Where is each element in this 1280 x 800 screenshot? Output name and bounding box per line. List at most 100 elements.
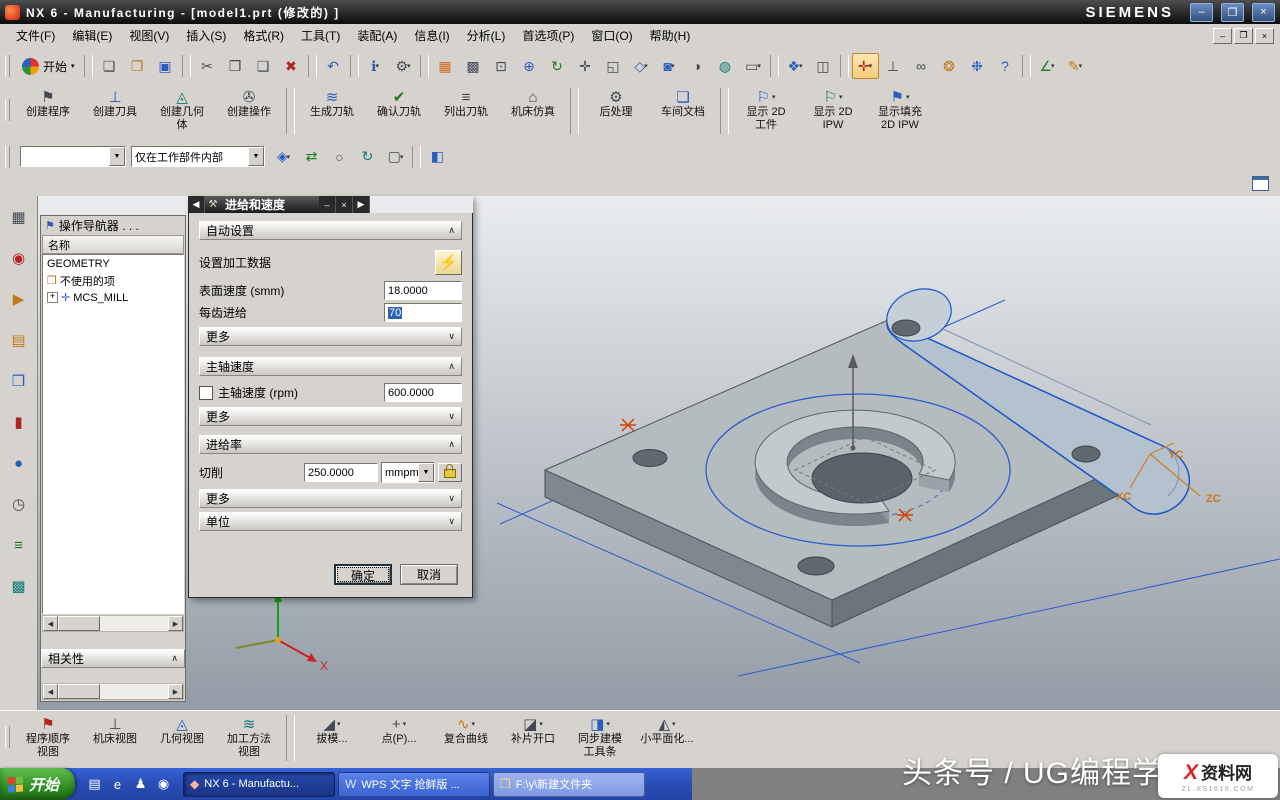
scroll-track[interactable] [100,616,168,631]
library-icon[interactable]: ❒ [6,368,32,394]
tree-row[interactable]: ❒ 不使用的项 [43,272,183,289]
machine-simulation-button[interactable]: ⌂ 机床仿真 [500,85,566,121]
dependencies-hscrollbar[interactable]: ◀ ▶ [42,683,184,700]
sketch-icon[interactable]: ✎ ▾ [1062,53,1089,79]
measure-icon[interactable]: ∠ ▾ [1034,53,1061,79]
selection-scope-combo[interactable]: 仅在工作部件内部 ▼ [131,146,265,167]
background-color-icon[interactable]: ▭ ▾ [740,53,767,79]
mdi-close-button[interactable]: × [1255,28,1274,44]
work-part-icon[interactable]: ◧ [424,144,451,170]
scroll-left-icon[interactable]: ◀ [43,684,58,699]
scroll-left-icon[interactable]: ◀ [43,616,58,631]
set-machining-data-button[interactable]: ⚡ [435,250,462,275]
spindle-speed-section[interactable]: 主轴速度 ∧ [199,357,462,376]
window-navigator-icon[interactable]: ▦ [6,204,32,230]
auto-settings-section[interactable]: 自动设置 ∧ [199,221,462,240]
show-desktop-icon[interactable]: ▤ [85,775,104,794]
units-bar[interactable]: 单位 ∨ [199,512,462,531]
task-wps[interactable]: W WPS 文字 抢鲜版 ... [338,772,490,797]
qq-icon[interactable]: ♟ [131,775,150,794]
zoom-in-icon[interactable]: ⊕ [516,53,543,79]
delete-icon[interactable]: ✖ [278,53,305,79]
refresh-selection-icon[interactable]: ↻ [354,144,381,170]
shaded-view-icon[interactable]: ◙ ▾ [656,53,683,79]
swap-selection-icon[interactable]: ⇄ [298,144,325,170]
separator[interactable] [420,55,429,77]
menu-item[interactable]: 格式(R) [235,25,292,46]
feed-rates-section[interactable]: 进给率 ∧ [199,435,462,454]
toolbar-grip[interactable] [5,99,10,121]
menu-item[interactable]: 首选项(P) [514,25,582,46]
shop-documentation-button[interactable]: ❏ 车间文档 [650,85,716,121]
minimize-button[interactable]: – [1190,3,1213,22]
light-icon[interactable]: ❉ [964,53,991,79]
window-layout-icon[interactable]: ❖ ▾ [782,53,809,79]
zoom-window-icon[interactable]: ⊡ [488,53,515,79]
ok-button[interactable]: 确定 [334,564,392,585]
palette-icon[interactable]: ▩ [6,573,32,599]
mdi-minimize-button[interactable]: – [1213,28,1232,44]
sphere-display-icon[interactable]: ❂ [936,53,963,79]
wireframe-icon[interactable]: ◇ ▾ [628,53,655,79]
csys-orient-icon[interactable]: ⊥ [880,53,907,79]
save-icon[interactable]: ▣ [152,53,179,79]
create-geometry-button[interactable]: ◬ 创建几何 体 [149,85,215,134]
create-tool-button[interactable]: ⊥ 创建刀具 [82,85,148,121]
rail-back-icon[interactable]: ◀ [188,196,205,213]
cancel-button[interactable]: 取消 [400,564,458,585]
open-file-icon[interactable]: ❐ [124,53,151,79]
menu-item[interactable]: 帮助(H) [642,25,699,46]
new-file-icon[interactable]: ❏ [96,53,123,79]
toolbar-grip[interactable] [5,726,10,748]
chevron-down-icon[interactable]: ▼ [418,463,434,482]
browser-icon[interactable]: e [108,775,127,794]
show-2d-workpiece-button[interactable]: ⚐ ▾ 显示 2D 工件 [733,85,799,134]
undo-icon[interactable]: ↶ [320,53,347,79]
patch-opening-button[interactable]: ◪ ▾ 补片开口 [500,712,566,748]
more-bar-auto[interactable]: 更多 ∨ [199,327,462,346]
menu-item[interactable]: 分析(L) [459,25,514,46]
context-help-icon[interactable]: ? [992,53,1019,79]
preferences-icon[interactable]: ⚙ ▾ [390,53,417,79]
scroll-right-icon[interactable]: ▶ [168,684,183,699]
history-icon[interactable]: ◷ [6,491,32,517]
program-order-view-button[interactable]: ⚑ 程序顺序 视图 [15,712,81,761]
copy-icon[interactable]: ❒ [222,53,249,79]
new-window-icon[interactable]: ◫ [810,53,837,79]
machine-tool-view-button[interactable]: ⊥ 机床视图 [82,712,148,748]
postprocess-button[interactable]: ⚙ 后处理 [583,85,649,121]
separator[interactable] [350,55,359,77]
close-button[interactable]: × [1252,3,1275,22]
menu-item[interactable]: 文件(F) [8,25,63,46]
machining-method-view-button[interactable]: ≋ 加工方法 视图 [216,712,282,761]
more-bar-feed[interactable]: 更多 ∨ [199,489,462,508]
name-column-header[interactable]: 名称 [42,235,184,254]
fit-view-icon[interactable]: ◱ [600,53,627,79]
separator[interactable] [570,88,579,134]
spindle-speed-checkbox[interactable] [199,386,213,400]
separator[interactable] [308,55,317,77]
paste-icon[interactable]: ❑ [250,53,277,79]
separator[interactable] [84,55,93,77]
shade-mode-icon[interactable]: ▩ [460,53,487,79]
menu-item[interactable]: 编辑(E) [64,25,120,46]
chevron-down-icon[interactable]: ▼ [248,147,264,166]
menu-item[interactable]: 工具(T) [293,25,348,46]
spectacles-icon[interactable]: ∞ [908,53,935,79]
layers-icon[interactable]: ▤ [6,327,32,353]
menu-item[interactable]: 信息(I) [406,25,457,46]
lock-feed-button[interactable] [438,463,462,482]
scroll-thumb[interactable] [58,616,100,631]
separator[interactable] [840,55,849,77]
generate-toolpath-button[interactable]: ≋ 生成刀轨 [299,85,365,121]
dialog-minimize-icon[interactable]: – [319,196,336,213]
cut-icon[interactable]: ✂ [194,53,221,79]
menu-item[interactable]: 窗口(O) [583,25,640,46]
spindle-speed-field[interactable]: 600.0000 [384,383,462,402]
point-button[interactable]: + ▾ 点(P)... [366,712,432,748]
navigator-header[interactable]: ⚑ 操作导航器 . . . [41,216,185,235]
rotate-view-icon[interactable]: ↻ [544,53,571,79]
snap-point-icon[interactable]: ◈ ▾ [270,144,297,170]
draft-button[interactable]: ◢ ▾ 拔模... [299,712,365,748]
maximize-button[interactable]: ❐ [1221,3,1244,22]
